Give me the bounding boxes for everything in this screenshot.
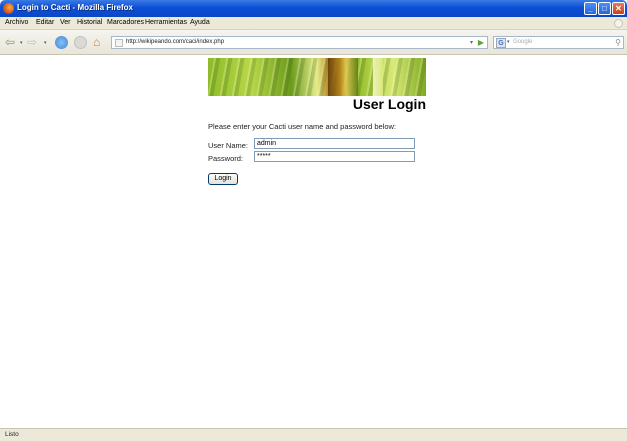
go-button[interactable]: ▶ [478,38,484,47]
reload-icon[interactable] [55,36,68,49]
menu-editar[interactable]: Editar [36,19,54,26]
menu-archivo[interactable]: Archivo [5,19,28,26]
menu-marcadores[interactable]: Marcadores [107,19,144,26]
back-history-dropdown-icon[interactable]: ▾ [20,40,23,46]
address-bar[interactable]: http://wikipeando.com/caci/index.php ▾ ▶ [111,36,488,49]
menu-ayuda[interactable]: Ayuda [190,19,210,26]
activity-throbber-icon [614,19,623,28]
login-instructions: Please enter your Cacti user name and pa… [208,122,397,131]
minimize-button[interactable]: _ [584,2,597,15]
stop-icon[interactable] [74,36,87,49]
search-icon[interactable]: ⚲ [615,38,621,47]
search-bar[interactable]: G ▾ Google ⚲ [493,36,624,49]
close-button[interactable]: ✕ [612,2,625,15]
page-title: User Login [352,96,426,112]
search-engine-dropdown-icon[interactable]: ▾ [507,39,510,45]
forward-button[interactable]: ⇨ [27,36,37,49]
address-url[interactable]: http://wikipeando.com/caci/index.php [126,39,224,45]
back-button[interactable]: ⇦ [5,36,15,49]
banner-leaf-highlight [373,58,383,96]
page-favicon-icon [115,39,123,47]
menu-herramientas[interactable]: Herramientas [145,19,187,26]
status-bar: Listo [0,428,627,441]
window-title: Login to Cacti - Mozilla Firefox [17,3,133,12]
username-label: User Name: [208,141,249,150]
menu-ver[interactable]: Ver [60,19,71,26]
maximize-button[interactable]: □ [598,2,611,15]
password-label: Password: [208,154,244,163]
password-input[interactable]: ***** [254,151,415,162]
menu-historial[interactable]: Historial [77,19,102,26]
window-title-bar[interactable]: Login to Cacti - Mozilla Firefox _ □ ✕ [0,0,627,17]
google-engine-icon[interactable]: G [496,38,506,48]
banner-leaf-detail [328,58,358,96]
cacti-banner-image [208,58,426,96]
status-text: Listo [5,431,19,438]
navigation-toolbar: ⇦ ▾ ⇨ ▾ ⌂ http://wikipeando.com/caci/ind… [0,30,627,55]
menu-bar: Archivo Editar Ver Historial Marcadores … [0,17,627,30]
username-input[interactable]: admin [254,138,415,149]
login-button[interactable]: Login [208,173,238,185]
firefox-icon [3,3,14,14]
url-history-dropdown-icon[interactable]: ▾ [470,39,473,46]
home-icon[interactable]: ⌂ [93,36,100,49]
search-input[interactable]: Google [513,39,532,45]
forward-history-dropdown-icon[interactable]: ▾ [44,40,47,46]
